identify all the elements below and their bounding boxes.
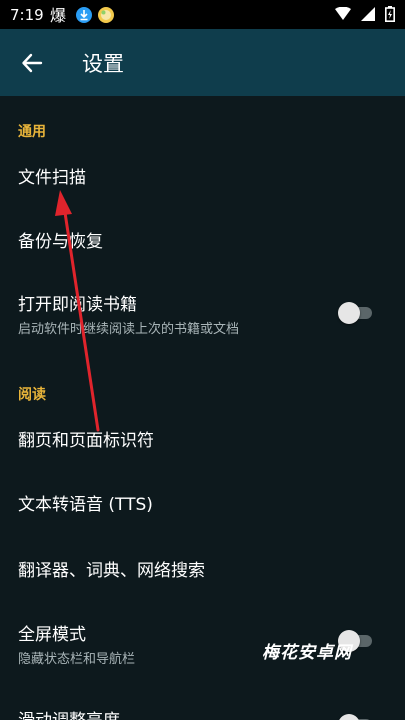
- item-title: 打开即阅读书籍: [18, 295, 137, 315]
- item-title: 全屏模式: [18, 625, 86, 645]
- section-header-reading: 阅读: [18, 387, 46, 403]
- item-title: 文件扫描: [18, 168, 86, 188]
- item-title: 备份与恢复: [18, 232, 103, 252]
- status-time: 7:19: [10, 5, 44, 24]
- cell-signal-icon: [361, 7, 375, 21]
- item-subtitle: 隐藏状态栏和导航栏: [18, 652, 136, 667]
- status-notification-icons: 爆: [50, 6, 114, 24]
- app-ball-icon: [97, 6, 114, 23]
- item-title: 翻页和页面标识符: [18, 431, 154, 451]
- toggle-thumb: [338, 714, 360, 720]
- page-title: 设置: [82, 51, 124, 76]
- svg-text:爆: 爆: [50, 6, 66, 24]
- download-icon: [75, 6, 92, 23]
- toggle-thumb: [338, 302, 360, 324]
- arrow-left-icon: [22, 53, 43, 72]
- settings-item-open-book-on-start[interactable]: 打开即阅读书籍 启动软件时继续阅读上次的书籍或文档: [0, 278, 405, 348]
- settings-item-translator[interactable]: 翻译器、词典、网络搜索: [0, 538, 405, 598]
- notification-bomb-icon: 爆: [50, 6, 66, 24]
- watermark: 梅花安卓网: [262, 643, 352, 663]
- battery-icon: [385, 6, 395, 22]
- settings-item-brightness[interactable]: 滑动调整亮度: [0, 694, 405, 720]
- item-title: 文本转语音 (TTS): [18, 495, 153, 515]
- item-title: 滑动调整亮度: [18, 706, 120, 720]
- section-header-general: 通用: [18, 124, 46, 140]
- back-button[interactable]: [12, 43, 52, 83]
- brightness-toggle[interactable]: [338, 714, 374, 720]
- open-book-toggle[interactable]: [338, 302, 374, 324]
- wifi-icon: [335, 7, 351, 20]
- settings-item-backup-restore[interactable]: 备份与恢复: [0, 209, 405, 269]
- status-system-icons: [335, 6, 395, 22]
- settings-item-file-scan[interactable]: 文件扫描: [0, 145, 405, 205]
- status-bar: 7:19 爆: [0, 0, 405, 29]
- app-bar: 设置: [0, 29, 405, 96]
- settings-item-page-flip[interactable]: 翻页和页面标识符: [0, 408, 405, 468]
- settings-item-tts[interactable]: 文本转语音 (TTS): [0, 472, 405, 532]
- item-title: 翻译器、词典、网络搜索: [18, 561, 205, 581]
- item-subtitle: 启动软件时继续阅读上次的书籍或文档: [18, 322, 240, 337]
